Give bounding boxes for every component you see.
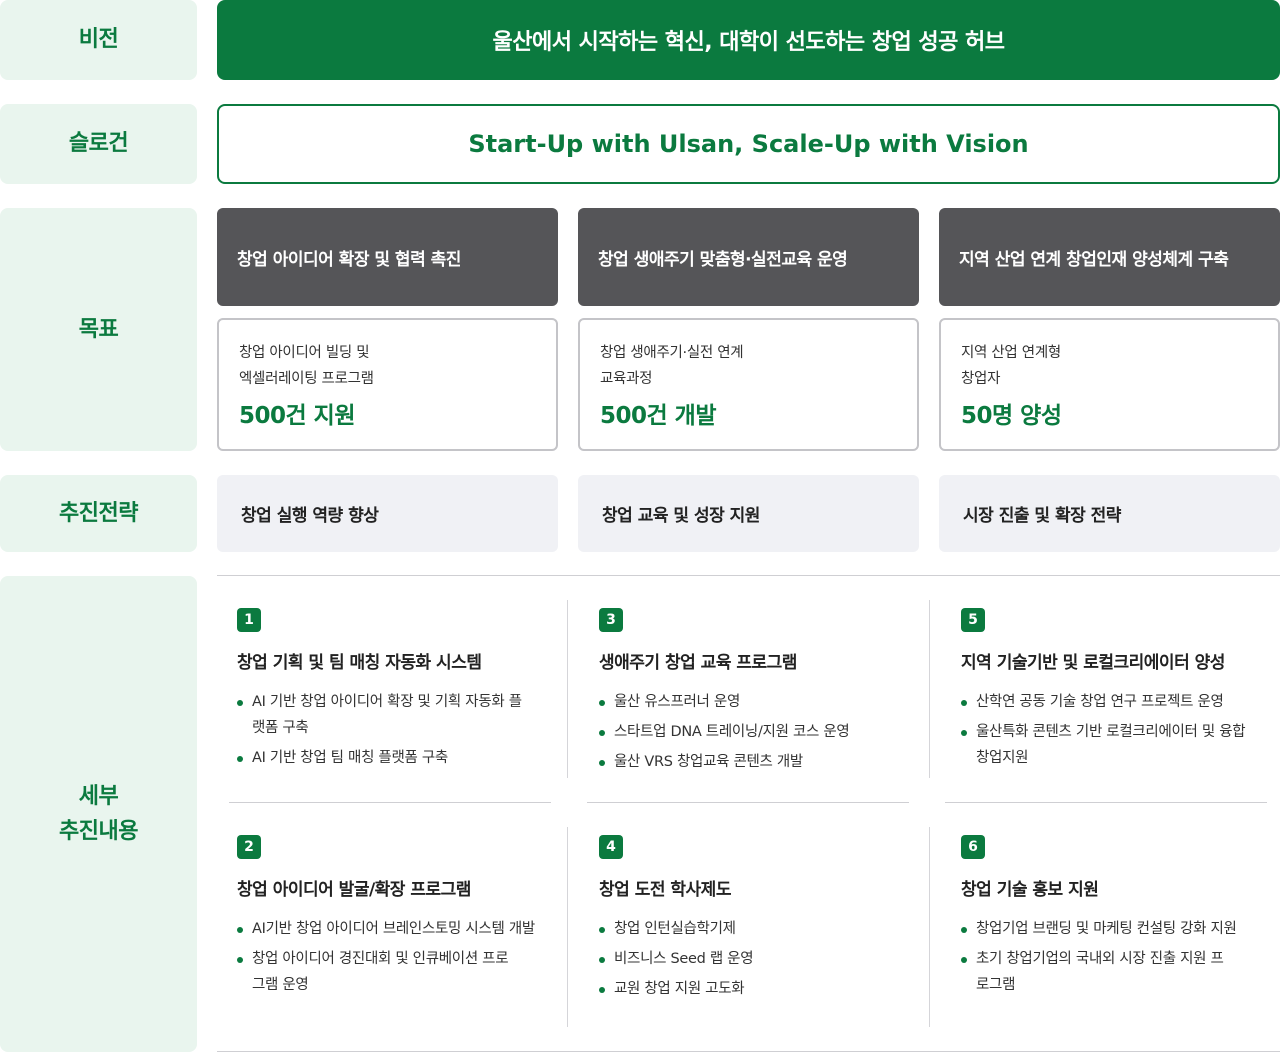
detail-title: 창업 기획 및 팀 매칭 자동화 시스템 xyxy=(237,653,482,673)
detail-item-2: 2 창업 아이디어 발굴/확장 프로그램 AI기반 창업 아이디어 브레인스토밍… xyxy=(237,835,557,1002)
detail-title: 창업 아이디어 발굴/확장 프로그램 xyxy=(237,880,471,900)
row-label-detail-line2: 추진내용 xyxy=(59,819,138,844)
detail-item-6: 6 창업 기술 홍보 지원 창업기업 브랜딩 및 마케팅 컨설팅 강화 지원 초… xyxy=(961,835,1280,1002)
bullet-item: 창업 아이디어 경진대회 및 인큐베이션 프로그램 운영 xyxy=(237,946,512,998)
vision-box: 울산에서 시작하는 혁신, 대학이 선도하는 창업 성공 허브 xyxy=(217,0,1280,80)
bullet-item: AI 기반 창업 팀 매칭 플랫폼 구축 xyxy=(237,745,557,771)
row-label-slogan: 슬로건 xyxy=(0,104,197,184)
row-label-detail-line1: 세부 xyxy=(78,783,119,809)
detail-col-divider xyxy=(567,827,568,1027)
goal-head-3: 지역 산업 연계 창업인재 양성체계 구축 xyxy=(939,208,1280,306)
row-label-vision: 비전 xyxy=(0,0,197,80)
goal-desc-line: 창업 아이디어 빌딩 및 xyxy=(239,345,370,361)
bullet-item: 초기 창업기업의 국내외 시장 진출 지원 프로그램 xyxy=(961,946,1236,998)
goal-target-3: 50명 양성 xyxy=(961,403,1062,429)
detail-title: 창업 기술 홍보 지원 xyxy=(961,880,1099,900)
strategy-3: 시장 진출 및 확장 전략 xyxy=(939,475,1280,552)
bullet-item: 교원 창업 지원 고도화 xyxy=(599,976,919,1002)
goal-desc-line: 교육과정 xyxy=(600,371,653,387)
row-label-detail: 세부 추진내용 xyxy=(0,576,197,1052)
goal-desc-line: 엑셀러레이팅 프로그램 xyxy=(239,371,374,387)
number-badge: 6 xyxy=(961,835,985,859)
bullet-item: 울산 유스프러너 운영 xyxy=(599,689,919,715)
detail-row-divider xyxy=(587,802,909,803)
detail-col-divider xyxy=(929,827,930,1027)
goal-card-3: 지역 산업 연계형 창업자 50명 양성 xyxy=(939,318,1280,451)
detail-col-divider xyxy=(929,600,930,778)
detail-title: 창업 도전 학사제도 xyxy=(599,880,731,900)
goal-card-2: 창업 생애주기·실전 연계 교육과정 500건 개발 xyxy=(578,318,919,451)
goal-desc-line: 창업 생애주기·실전 연계 xyxy=(600,345,744,361)
detail-item-4: 4 창업 도전 학사제도 창업 인턴실습학기제 비즈니스 Seed 랩 운영 교… xyxy=(599,835,919,1006)
goal-target-1: 500건 지원 xyxy=(239,403,356,429)
detail-title: 지역 기술기반 및 로컬크리에이터 양성 xyxy=(961,653,1225,673)
bullet-item: 산학연 공동 기술 창업 연구 프로젝트 운영 xyxy=(961,689,1280,715)
detail-row-divider xyxy=(229,802,551,803)
row-label-strategy: 추진전략 xyxy=(0,475,197,552)
number-badge: 3 xyxy=(599,608,623,632)
bullet-item: 울산특화 콘텐츠 기반 로컬크리에이터 및 융합 창업지원 xyxy=(961,719,1246,771)
bullet-item: 비즈니스 Seed 랩 운영 xyxy=(599,946,919,972)
number-badge: 5 xyxy=(961,608,985,632)
bullet-item: 스타트업 DNA 트레이닝/지원 코스 운영 xyxy=(599,719,919,745)
slogan-box: Start-Up with Ulsan, Scale-Up with Visio… xyxy=(217,104,1280,184)
detail-row-divider xyxy=(945,802,1267,803)
bullet-item: AI기반 창업 아이디어 브레인스토밍 시스템 개발 xyxy=(237,916,537,942)
goal-desc-line: 지역 산업 연계형 xyxy=(961,345,1061,361)
detail-top-divider xyxy=(217,575,1280,576)
goal-desc-1: 창업 아이디어 빌딩 및 엑셀러레이팅 프로그램 xyxy=(239,340,536,392)
number-badge: 2 xyxy=(237,835,261,859)
goal-desc-2: 창업 생애주기·실전 연계 교육과정 xyxy=(600,340,897,392)
number-badge: 4 xyxy=(599,835,623,859)
goal-target-2: 500건 개발 xyxy=(600,403,717,429)
bullet-item: 울산 VRS 창업교육 콘텐츠 개발 xyxy=(599,749,919,775)
detail-title: 생애주기 창업 교육 프로그램 xyxy=(599,653,797,673)
strategy-2: 창업 교육 및 성장 지원 xyxy=(578,475,919,552)
detail-item-1: 1 창업 기획 및 팀 매칭 자동화 시스템 AI 기반 창업 아이디어 확장 … xyxy=(237,608,557,775)
detail-item-5: 5 지역 기술기반 및 로컬크리에이터 양성 산학연 공동 기술 창업 연구 프… xyxy=(961,608,1280,775)
bullet-item: 창업기업 브랜딩 및 마케팅 컨설팅 강화 지원 xyxy=(961,916,1266,942)
bullet-item: 창업 인턴실습학기제 xyxy=(599,916,919,942)
row-label-goal: 목표 xyxy=(0,208,197,451)
strategy-1: 창업 실행 역량 향상 xyxy=(217,475,558,552)
goal-head-2: 창업 생애주기 맞춤형·실전교육 운영 xyxy=(578,208,919,306)
number-badge: 1 xyxy=(237,608,261,632)
detail-item-3: 3 생애주기 창업 교육 프로그램 울산 유스프러너 운영 스타트업 DNA 트… xyxy=(599,608,919,779)
goal-desc-line: 창업자 xyxy=(961,371,1001,387)
goal-card-1: 창업 아이디어 빌딩 및 엑셀러레이팅 프로그램 500건 지원 xyxy=(217,318,558,451)
detail-col-divider xyxy=(567,600,568,778)
bullet-item: AI 기반 창업 아이디어 확장 및 기획 자동화 플랫폼 구축 xyxy=(237,689,527,741)
goal-head-1: 창업 아이디어 확장 및 협력 촉진 xyxy=(217,208,558,306)
goal-desc-3: 지역 산업 연계형 창업자 xyxy=(961,340,1258,392)
